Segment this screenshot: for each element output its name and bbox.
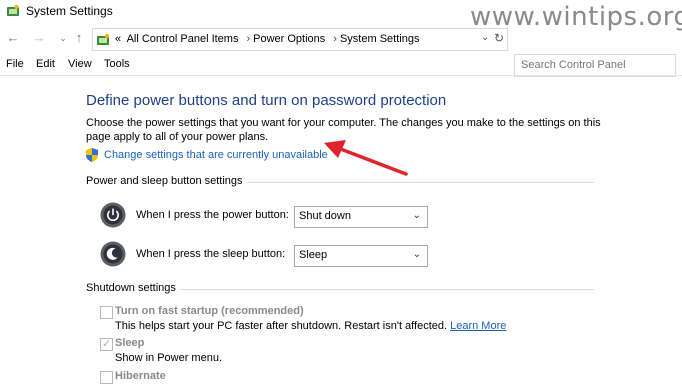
- shutdown-group-title: Shutdown settings: [86, 282, 180, 294]
- breadcrumb-item[interactable]: Power Options: [253, 33, 325, 45]
- breadcrumb-overflow[interactable]: «: [115, 33, 121, 45]
- page-title: Define power buttons and turn on passwor…: [86, 92, 447, 109]
- chevron-right-icon[interactable]: ›: [333, 33, 337, 45]
- sleep-button-label: When I press the sleep button:: [136, 248, 286, 260]
- back-arrow-icon[interactable]: ←: [6, 31, 20, 45]
- menu-tools[interactable]: Tools: [104, 58, 130, 70]
- main-content: Define power buttons and turn on passwor…: [0, 76, 682, 384]
- uac-shield-icon: [86, 148, 98, 162]
- address-dropdown-icon[interactable]: ⌄: [481, 32, 489, 43]
- window-title: System Settings: [26, 4, 113, 18]
- annotation-arrow-icon: [324, 140, 408, 176]
- checkmark-icon: ✓: [102, 338, 112, 350]
- refresh-icon[interactable]: ↻: [494, 31, 504, 45]
- power-button-select[interactable]: Shut down ⌄: [294, 206, 428, 228]
- recent-dropdown-icon[interactable]: ⌄: [56, 31, 70, 45]
- menu-bar: File Edit View Tools: [0, 56, 682, 74]
- address-bar[interactable]: « All Control Panel Items › Power Options ›…: [92, 28, 508, 51]
- power-button-icon: [100, 202, 126, 228]
- menu-file[interactable]: File: [6, 58, 24, 70]
- sleep-option-description: Show in Power menu.: [115, 352, 222, 364]
- power-button-label: When I press the power button:: [136, 209, 289, 221]
- navigation-bar: ← → ⌄ ↑ « All Control Panel Items › Power …: [0, 26, 682, 77]
- control-panel-icon: [97, 33, 110, 45]
- power-sleep-group-title: Power and sleep button settings: [86, 175, 247, 187]
- breadcrumb: « All Control Panel Items › Power Options ›…: [115, 33, 422, 45]
- forward-arrow-icon[interactable]: →: [32, 31, 46, 45]
- sleep-button-value: Sleep: [299, 249, 328, 261]
- menu-view[interactable]: View: [68, 58, 92, 70]
- breadcrumb-item[interactable]: All Control Panel Items: [127, 33, 239, 45]
- sleep-option-label: Sleep: [115, 337, 145, 349]
- power-button-value: Shut down: [299, 210, 351, 222]
- learn-more-link[interactable]: Learn More: [450, 320, 506, 332]
- fast-startup-checkbox[interactable]: [100, 306, 113, 319]
- breadcrumb-item[interactable]: System Settings: [340, 33, 419, 45]
- up-arrow-icon[interactable]: ↑: [72, 31, 86, 45]
- menu-edit[interactable]: Edit: [36, 58, 55, 70]
- sleep-button-icon: [100, 241, 126, 267]
- fast-startup-label: Turn on fast startup (recommended): [115, 305, 304, 317]
- chevron-right-icon[interactable]: ›: [246, 33, 250, 45]
- control-panel-icon: [7, 5, 19, 16]
- chevron-down-icon: ⌄: [412, 249, 421, 260]
- chevron-down-icon: ⌄: [412, 210, 421, 221]
- hibernate-option-label: Hibernate: [115, 370, 166, 382]
- sleep-checkbox[interactable]: ✓: [100, 338, 113, 351]
- fast-startup-description: This helps start your PC faster after sh…: [115, 320, 506, 332]
- fast-startup-desc-text: This helps start your PC faster after sh…: [115, 320, 448, 332]
- hibernate-checkbox[interactable]: [100, 371, 113, 384]
- sleep-button-select[interactable]: Sleep ⌄: [294, 245, 428, 267]
- change-settings-link[interactable]: Change settings that are currently unava…: [104, 149, 328, 161]
